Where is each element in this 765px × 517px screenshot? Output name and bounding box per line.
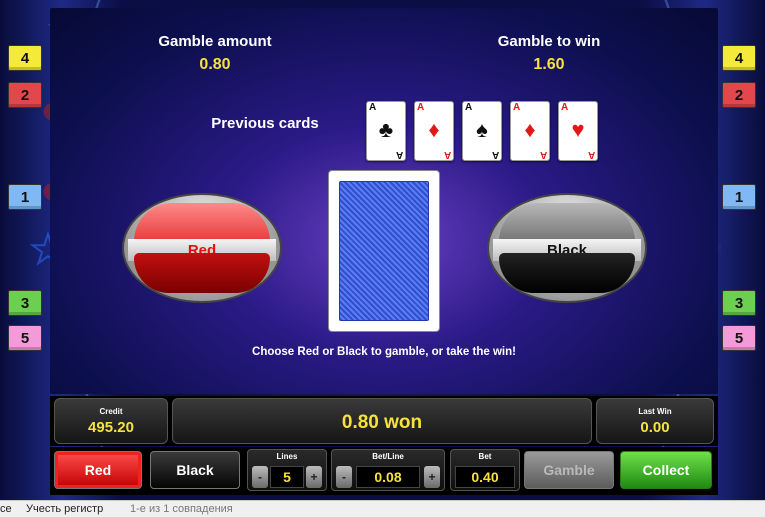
bet-line-label: Bet/Line [372, 452, 404, 461]
clubs-suit-icon: ♣ [378, 117, 394, 142]
previous-cards-label: Previous cards [211, 115, 319, 132]
gamble-panel: Gamble amount 0.80 Gamble to win 1.60 Pr… [50, 8, 718, 394]
gamble-amount-label: Gamble amount [158, 33, 272, 50]
card-rank: A [539, 149, 547, 160]
card-rank: A [491, 149, 499, 160]
last-win-value: 0.00 [640, 419, 670, 436]
line-indicator-right[interactable]: 4 [722, 45, 756, 71]
line-indicator-left[interactable]: 4 [8, 45, 42, 71]
card-rank: A [513, 102, 521, 113]
credit-value: 495.20 [88, 419, 134, 436]
lines-decrease-button[interactable]: - [252, 466, 268, 488]
previous-card: A ♠ A [462, 101, 502, 161]
line-indicator-right[interactable]: 2 [722, 82, 756, 108]
card-rank: A [465, 102, 473, 113]
line-indicator-left[interactable]: 1 [8, 184, 42, 210]
card-rank: A [561, 102, 569, 113]
black-button[interactable]: Black [150, 451, 240, 489]
gamble-to-win-label: Gamble to win [497, 33, 601, 50]
diamonds-suit-icon: ♦ [524, 117, 536, 142]
lines-increase-button[interactable]: + [306, 466, 322, 488]
red-choice-button[interactable]: Red [122, 193, 282, 303]
card-rank: A [395, 149, 403, 160]
gamble-to-win-value: 1.60 [533, 56, 565, 73]
previous-card: A ♣ A [366, 101, 406, 161]
card-rank: A [417, 102, 425, 113]
credit-label: Credit [99, 407, 123, 416]
card-back-pattern [339, 181, 429, 321]
red-button-bottom [134, 253, 270, 293]
hearts-suit-icon: ♥ [571, 117, 585, 142]
win-message-box: 0.80 won [172, 398, 592, 444]
card-rank: A [369, 102, 377, 113]
bet-line-value: 0.08 [356, 466, 420, 488]
bet-line-stepper: Bet/Line - 0.08 + [331, 449, 445, 491]
face-down-card [328, 170, 440, 332]
lines-label: Lines [276, 452, 298, 461]
bet-line-increase-button[interactable]: + [424, 466, 440, 488]
lines-value: 5 [270, 466, 304, 488]
line-indicator-right[interactable]: 5 [722, 325, 756, 351]
line-indicator-right[interactable]: 1 [722, 184, 756, 210]
line-indicator-left[interactable]: 5 [8, 325, 42, 351]
credit-box: Credit 495.20 [54, 398, 168, 444]
lines-stepper: Lines - 5 + [247, 449, 327, 491]
spades-suit-icon: ♠ [476, 117, 488, 142]
black-button-bottom [499, 253, 635, 293]
gamble-amount-value: 0.80 [199, 56, 231, 73]
card-rank: A [587, 149, 595, 160]
last-win-box: Last Win 0.00 [596, 398, 714, 444]
bet-line-decrease-button[interactable]: - [336, 466, 352, 488]
collect-button[interactable]: Collect [620, 451, 712, 489]
gamble-hint-text: Choose Red or Black to gamble, or take t… [252, 346, 516, 358]
previous-card: A ♦ A [414, 101, 454, 161]
bet-value: 0.40 [455, 466, 515, 488]
previous-card: A ♥ A [558, 101, 598, 161]
card-rank: A [443, 149, 451, 160]
black-choice-button[interactable]: Black [487, 193, 647, 303]
line-indicator-left[interactable]: 3 [8, 290, 42, 316]
game-window: ★ ● ● ★ ● ★ ♛ ● ★ ● ● ● ♛ ● 4 2 1 3 5 4 … [0, 0, 765, 500]
previous-card: A ♦ A [510, 101, 550, 161]
last-win-label: Last Win [638, 407, 672, 416]
bet-label: Bet [478, 452, 492, 461]
match-case-option[interactable]: Учесть регистр [26, 503, 103, 515]
red-button[interactable]: Red [54, 451, 142, 489]
find-bar-fragment: се [0, 503, 12, 515]
line-indicator-right[interactable]: 3 [722, 290, 756, 316]
gamble-button[interactable]: Gamble [524, 451, 614, 489]
match-count: 1-е из 1 совпадения [130, 503, 233, 515]
line-indicator-left[interactable]: 2 [8, 82, 42, 108]
bet-box: Bet 0.40 [450, 449, 520, 491]
diamonds-suit-icon: ♦ [428, 117, 440, 142]
browser-find-bar: се Учесть регистр 1-е из 1 совпадения [0, 500, 765, 517]
control-bar: Red Black Lines - 5 + Bet/Line - 0.08 + … [50, 447, 718, 495]
info-bar: Credit 495.20 0.80 won Last Win 0.00 [50, 396, 718, 446]
won-amount-text: 0.80 won [341, 412, 423, 433]
